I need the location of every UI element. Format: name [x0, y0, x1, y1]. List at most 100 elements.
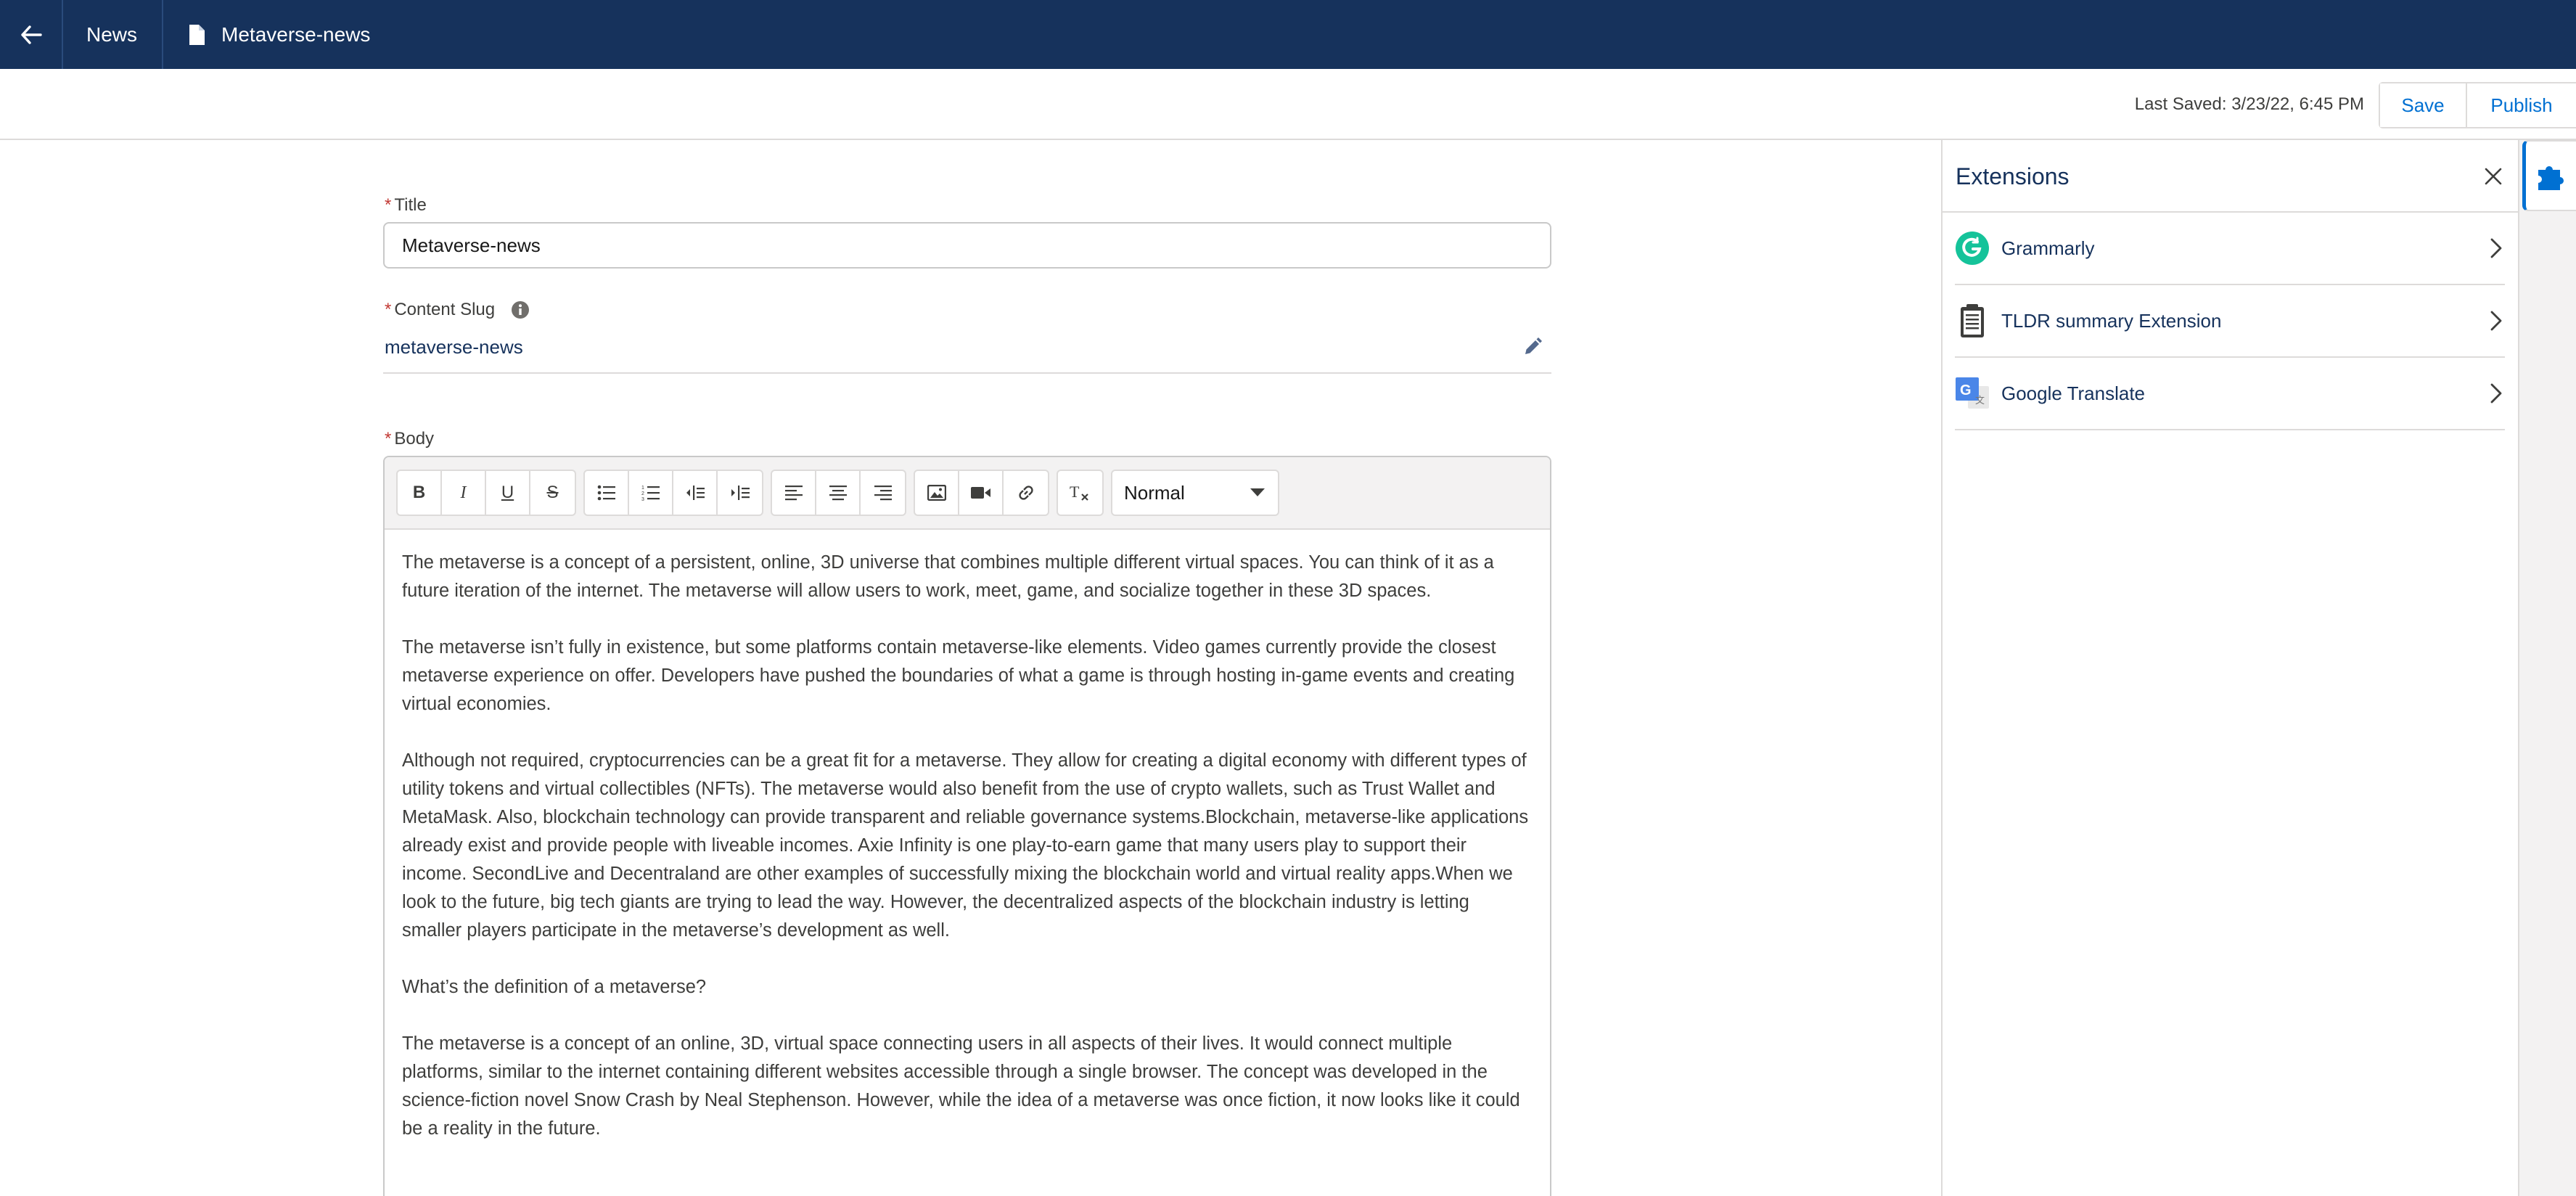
body-paragraph: The metaverse is a concept of an online,… [402, 1033, 1520, 1139]
align-right-icon [874, 486, 892, 501]
video-icon [970, 487, 990, 499]
publish-button[interactable]: Publish [2467, 83, 2576, 127]
clear-formatting-button[interactable]: T [1058, 471, 1102, 515]
required-marker: * [385, 429, 392, 448]
chevron-right-icon [2490, 383, 2502, 404]
outdent-icon [686, 486, 705, 500]
indent-icon [731, 486, 750, 500]
document-title: Metaverse-news [221, 22, 371, 46]
title-label-text: Title [394, 195, 427, 215]
underline-icon: U [501, 483, 514, 502]
extension-label: TLDR summary Extension [2001, 309, 2222, 332]
slug-value: metaverse-news [385, 335, 523, 358]
body-paragraph: The metaverse is a concept of a persiste… [402, 552, 1494, 601]
indent-button[interactable] [718, 471, 762, 515]
bulleted-list-icon [597, 485, 615, 501]
arrow-left-icon [20, 25, 42, 44]
save-button[interactable]: Save [2380, 83, 2467, 127]
required-marker: * [385, 300, 392, 319]
last-saved-text: Last Saved: 3/23/22, 6:45 PM [2134, 94, 2364, 114]
editor-body[interactable]: The metaverse is a concept of a persiste… [385, 530, 1550, 1143]
italic-icon: I [460, 483, 467, 502]
bold-icon: B [412, 483, 426, 502]
edit-pencil-icon[interactable] [1522, 337, 1543, 357]
svg-text:G: G [1960, 382, 1972, 398]
image-icon [927, 485, 946, 501]
insert-image-button[interactable] [915, 471, 959, 515]
caret-down-icon [1250, 488, 1265, 497]
chevron-right-icon [2490, 238, 2502, 258]
slug-label: * Content Slug [385, 300, 530, 320]
chevron-right-icon [2490, 311, 2502, 331]
align-left-button[interactable] [772, 471, 816, 515]
clear-group: T [1057, 470, 1104, 516]
extensions-header: Extensions [1943, 140, 2518, 213]
strikethrough-button[interactable]: S [530, 471, 575, 515]
align-center-icon [829, 486, 847, 501]
outdent-button[interactable] [673, 471, 718, 515]
strikethrough-icon: S [546, 483, 559, 502]
grammarly-icon [1955, 231, 1990, 266]
svg-text:1: 1 [641, 486, 644, 491]
align-center-button[interactable] [816, 471, 861, 515]
insert-link-button[interactable] [1004, 471, 1048, 515]
numbered-list-button[interactable]: 123 [629, 471, 673, 515]
title-input-value: Metaverse-news [402, 234, 541, 256]
svg-text:3: 3 [641, 497, 644, 501]
text-format-value: Normal [1124, 481, 1185, 504]
extensions-tab[interactable] [2522, 140, 2576, 211]
extension-item-google-translate[interactable]: G文 Google Translate [1955, 358, 2505, 430]
extension-label: Google Translate [2001, 382, 2146, 404]
top-nav-bar: News Metaverse-news [0, 0, 2576, 69]
underline-button[interactable]: U [486, 471, 530, 515]
google-translate-icon: G文 [1955, 376, 1990, 411]
insert-video-button[interactable] [959, 471, 1004, 515]
breadcrumb-news-label: News [86, 22, 138, 46]
alignment-group [771, 470, 906, 516]
body-paragraph: The metaverse isn’t fully in existence, … [402, 637, 1515, 714]
editor-toolbar: B I U S 123 T Normal [385, 457, 1550, 530]
body-label: * Body [385, 429, 434, 449]
document-icon [188, 24, 205, 46]
svg-text:T: T [1070, 483, 1080, 501]
align-right-button[interactable] [861, 471, 905, 515]
italic-button[interactable]: I [442, 471, 486, 515]
bold-button[interactable]: B [398, 471, 442, 515]
rich-text-editor: B I U S 123 T Normal The metaverse is a … [383, 456, 1551, 1196]
extension-label: Grammarly [2001, 237, 2095, 259]
body-paragraph: What’s the definition of a metaverse? [402, 977, 707, 997]
extensions-panel: Extensions Grammarly TLDR summary Extens… [1941, 140, 2519, 1196]
bulleted-list-button[interactable] [585, 471, 629, 515]
utility-rail [2519, 140, 2576, 1196]
close-icon[interactable] [2485, 168, 2502, 185]
breadcrumb-news[interactable]: News [63, 0, 164, 69]
body-label-text: Body [394, 429, 435, 448]
clear-formatting-icon: T [1070, 483, 1088, 501]
svg-text:2: 2 [641, 491, 644, 496]
extension-item-grammarly[interactable]: Grammarly [1955, 213, 2505, 285]
text-format-select[interactable]: Normal [1111, 470, 1279, 516]
clipboard-icon [1955, 303, 1990, 338]
link-icon [1018, 486, 1033, 500]
content-slug-field: metaverse-news [383, 321, 1551, 374]
action-button-group: Save Publish [2379, 82, 2576, 128]
title-label: * Title [385, 195, 427, 216]
puzzle-piece-icon [2537, 160, 2566, 192]
extensions-title: Extensions [1956, 163, 2070, 189]
numbered-list-icon: 123 [641, 486, 660, 501]
extension-item-tldr[interactable]: TLDR summary Extension [1955, 285, 2505, 358]
list-group: 123 [583, 470, 763, 516]
slug-label-text: Content Slug [394, 300, 496, 319]
svg-text:文: 文 [1975, 395, 1985, 406]
back-button[interactable] [0, 0, 63, 69]
info-icon[interactable] [511, 300, 530, 319]
breadcrumb-document: Metaverse-news [163, 0, 370, 69]
align-left-icon [784, 486, 803, 501]
content-editor: * Title Metaverse-news * Content Slug me… [0, 140, 1941, 1196]
text-style-group: B I U S [396, 470, 576, 516]
required-marker: * [385, 195, 392, 215]
action-bar: Last Saved: 3/23/22, 6:45 PM Save Publis… [0, 69, 2576, 140]
body-paragraph: Although not required, cryptocurrencies … [402, 750, 1529, 941]
title-input[interactable]: Metaverse-news [383, 222, 1551, 269]
insert-group [914, 470, 1049, 516]
